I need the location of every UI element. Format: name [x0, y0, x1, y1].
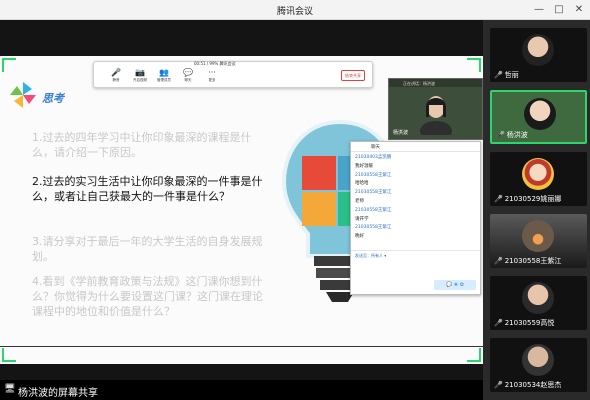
chat-window: 聊天 21030403孟凯鹏 我好温暖 21030558王紫江 哈哈哈 2103…: [350, 141, 481, 295]
participant-name: 哲丽: [504, 71, 519, 79]
mic-muted-icon: 🎤: [494, 319, 503, 327]
camera-icon: 📷: [135, 68, 145, 77]
avatar: [522, 158, 554, 190]
participant-tile[interactable]: 🎤 21030558王紫江: [490, 214, 587, 268]
chat-message: 老师: [355, 198, 364, 204]
chat-icon: 💬: [183, 68, 193, 77]
chat-message: 我好温暖: [355, 163, 373, 169]
chat-message: 晚好: [355, 234, 364, 240]
chat-button[interactable]: 💬 聊天: [178, 68, 198, 88]
participant-tile[interactable]: 🎤 21030534赵思杰: [490, 338, 587, 392]
screen-share-label: 杨洪波的屏幕共享: [18, 388, 98, 399]
chat-title: 聊天: [351, 142, 480, 152]
avatar: [522, 220, 554, 252]
chat-message-list: 21030403孟凯鹏 我好温暖 21030558王紫江 哈哈哈 2103055…: [355, 154, 455, 242]
question-3: 3.请分享对于最后一年的大学生活的自身发展规划。: [32, 235, 263, 263]
chat-message: 21030558王紫江: [355, 207, 392, 213]
share-status-bar: 🖥 杨洪波的屏幕共享: [0, 380, 483, 400]
mic-muted-icon: 🎤: [494, 71, 503, 79]
mute-button[interactable]: 🎤 静音: [106, 68, 126, 88]
mic-muted-icon: 🎤: [494, 257, 503, 265]
more-icon: ···: [208, 68, 216, 77]
pinwheel-logo-icon: [10, 82, 36, 108]
participant-name: 21030558王紫江: [504, 257, 562, 265]
speaker-avatar: [420, 96, 452, 135]
minimize-button[interactable]: —: [532, 3, 546, 17]
participant-name: 21030529姚丽娜: [504, 195, 562, 203]
screen-share-icon: 🖥: [4, 384, 16, 394]
divider: [0, 346, 483, 347]
chat-message: 21030558王紫江: [355, 172, 392, 178]
video-button[interactable]: 📷 开启视频: [130, 68, 150, 88]
avatar: [522, 34, 554, 66]
participant-tile[interactable]: 🎤 21030529姚丽娜: [490, 152, 587, 206]
mic-icon: 🎤: [111, 68, 121, 77]
chat-message: 21030403孟凯鹏: [355, 155, 392, 160]
focus-corner: [467, 58, 481, 72]
avatar: [522, 282, 554, 314]
participant-name: 21030559高悦: [504, 319, 555, 327]
focus-corner: [2, 348, 16, 362]
chat-message: 哈哈哈: [355, 181, 369, 187]
speaker-name: 杨洪波: [393, 130, 409, 136]
slide-title: 思考: [42, 92, 64, 105]
participant-tile[interactable]: 🎤 21030559高悦: [490, 276, 587, 330]
participant-name: 21030534赵思杰: [504, 381, 562, 389]
mic-muted-icon: 🎤: [494, 381, 503, 389]
chat-message: 请开学: [355, 216, 369, 222]
window-title: 腾讯会议: [276, 7, 313, 17]
mic-icon: 🎤: [496, 131, 505, 139]
maximize-button[interactable]: □: [552, 3, 566, 17]
question-4: 4.看到《学前教育政策与法规》这门课你想到什么？你觉得为什么要设置这门课？这门课…: [32, 275, 263, 318]
chat-message: 21030558王紫江: [355, 225, 392, 231]
chat-recipient-select[interactable]: 发送至：所有人 ▾: [351, 250, 480, 258]
question-2: 2.过去的实习生活中让你印象最深的一件事是什么，或者让自己获最大的一件事是什么？: [32, 175, 263, 203]
mic-muted-icon: 🎤: [494, 195, 503, 203]
stop-share-button[interactable]: 结束共享: [341, 70, 365, 81]
participant-tile[interactable]: 🎤 杨洪波: [490, 90, 587, 144]
avatar: [522, 344, 554, 376]
participant-panel: 🎤 哲丽 🎤 杨洪波 🎤 21030529姚丽娜 🎤 21030558王紫江 🎤 2103…: [483, 20, 590, 400]
participant-name: 杨洪波: [506, 131, 528, 139]
speaker-video-overlay[interactable]: 正在讲话：杨洪波 杨洪波: [388, 78, 483, 140]
meeting-toolbar: 00:51 / 99% 腾讯会议 🎤 静音 📷 开启视频 👥 管理成员 💬 聊天…: [93, 61, 373, 88]
chat-message: 21030558王紫江: [355, 190, 392, 196]
meeting-info: 00:51 / 99% 腾讯会议: [194, 61, 236, 66]
avatar: [524, 98, 556, 130]
participant-tile[interactable]: 🎤 哲丽: [490, 28, 587, 82]
more-button[interactable]: ··· 更多: [202, 68, 222, 88]
members-button[interactable]: 👥 管理成员: [154, 68, 174, 88]
emoji-bar[interactable]: 💬 ❀ ✿: [434, 280, 476, 290]
question-1: 1.过去的四年学习中让你印象最深的课程是什么，请介绍一下原因。: [32, 131, 252, 159]
focus-corner: [467, 348, 481, 362]
members-icon: 👥: [159, 68, 169, 77]
speaker-header: 正在讲话：杨洪波: [389, 79, 482, 87]
close-button[interactable]: ✕: [572, 3, 586, 17]
focus-corner: [2, 58, 16, 72]
title-bar: 腾讯会议 — □ ✕: [0, 0, 590, 20]
